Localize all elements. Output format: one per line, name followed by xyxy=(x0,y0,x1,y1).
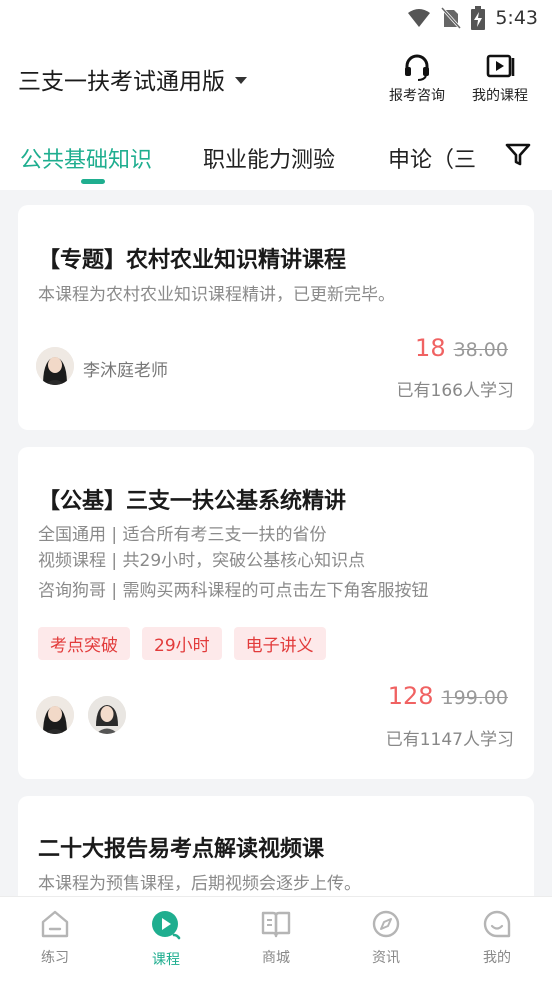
course-desc-line: 视频课程 | 共29小时，突破公基核心知识点 xyxy=(38,551,366,571)
teacher-avatar xyxy=(88,696,126,734)
bottom-navigation: 练习 课程 商城 资讯 我的 xyxy=(0,896,552,981)
course-title: 【公基】三支一扶公基系统精讲 xyxy=(38,489,347,514)
practice-icon xyxy=(41,910,69,938)
original-price: 38.00 xyxy=(453,339,508,361)
teacher-avatar xyxy=(36,696,74,734)
tag-badge: 电子讲义 xyxy=(233,627,326,660)
exam-title: 三支一扶考试通用版 xyxy=(18,69,225,95)
teacher-avatar xyxy=(36,347,74,385)
current-price: 18 xyxy=(415,334,446,362)
video-course-icon xyxy=(486,54,515,78)
nav-practice[interactable]: 练习 xyxy=(15,909,95,967)
nav-label: 资讯 xyxy=(372,950,400,966)
nav-label: 我的 xyxy=(483,950,511,966)
tab-public-basics[interactable]: 公共基础知识 xyxy=(20,142,152,174)
learner-count: 已有166人学习 xyxy=(396,381,514,401)
nav-label: 商城 xyxy=(262,950,290,966)
consult-label: 报考咨询 xyxy=(389,88,445,104)
caret-down-icon xyxy=(235,76,247,84)
wifi-icon xyxy=(408,9,431,27)
no-sim-icon xyxy=(441,7,462,29)
course-desc-line: 本课程为预售课程，后期视频会逐步上传。 xyxy=(38,874,361,894)
filter-icon[interactable] xyxy=(504,140,532,168)
course-title: 【专题】农村农业知识精讲课程 xyxy=(38,248,347,273)
course-desc-line: 本课程为农村农业知识课程精讲，已更新完毕。 xyxy=(38,285,395,305)
status-time: 5:43 xyxy=(495,7,538,29)
tag-badge: 29小时 xyxy=(142,627,222,660)
exam-type-selector[interactable]: 三支一扶考试通用版 xyxy=(18,62,247,96)
course-card[interactable]: 【公基】三支一扶公基系统精讲 全国通用 | 适合所有考三支一扶的省份 视频课程 … xyxy=(18,447,534,779)
learner-count: 已有1147人学习 xyxy=(385,730,514,750)
app-header: 三支一扶考试通用版 报考咨询 我的课程 xyxy=(0,48,552,112)
play-course-icon xyxy=(152,911,181,940)
tab-essay[interactable]: 申论（三 xyxy=(388,142,476,174)
my-courses-label: 我的课程 xyxy=(472,88,528,104)
my-courses-button[interactable]: 我的课程 xyxy=(468,52,532,105)
nav-news[interactable]: 资讯 xyxy=(346,909,426,967)
tab-aptitude-test[interactable]: 职业能力测验 xyxy=(203,142,335,174)
course-desc-line: 咨询狗哥 | 需购买两科课程的可点击左下角客服按钮 xyxy=(38,581,429,601)
headset-icon xyxy=(405,54,429,81)
nav-store[interactable]: 商城 xyxy=(236,909,316,967)
consult-button[interactable]: 报考咨询 xyxy=(385,52,449,105)
course-card[interactable]: 【专题】农村农业知识精讲课程 本课程为农村农业知识课程精讲，已更新完毕。 李沐庭… xyxy=(18,205,534,430)
subject-tabs: 公共基础知识 职业能力测验 申论（三 xyxy=(0,130,552,188)
active-tab-indicator xyxy=(81,179,105,184)
price-row: 128 199.00 xyxy=(388,682,508,710)
course-desc-line: 全国通用 | 适合所有考三支一扶的省份 xyxy=(38,525,327,545)
course-title: 二十大报告易考点解读视频课 xyxy=(38,837,325,862)
teacher-name: 李沐庭老师 xyxy=(83,361,168,381)
nav-courses[interactable]: 课程 xyxy=(126,909,206,969)
course-tags: 考点突破 29小时 电子讲义 xyxy=(38,627,326,660)
nav-profile[interactable]: 我的 xyxy=(457,909,537,967)
profile-icon xyxy=(483,910,511,938)
price-row: 18 38.00 xyxy=(415,334,508,362)
top-area: 5:43 三支一扶考试通用版 报考咨询 我的课程 公共基础知识 职业能力测验 申… xyxy=(0,0,552,190)
compass-icon xyxy=(372,910,400,938)
current-price: 128 xyxy=(387,682,434,710)
original-price: 199.00 xyxy=(441,687,508,709)
status-bar: 5:43 xyxy=(0,0,552,38)
nav-label: 课程 xyxy=(152,952,180,968)
battery-charging-icon xyxy=(471,6,486,30)
book-store-icon xyxy=(261,911,291,938)
tag-badge: 考点突破 xyxy=(38,627,130,660)
nav-label: 练习 xyxy=(41,950,69,966)
